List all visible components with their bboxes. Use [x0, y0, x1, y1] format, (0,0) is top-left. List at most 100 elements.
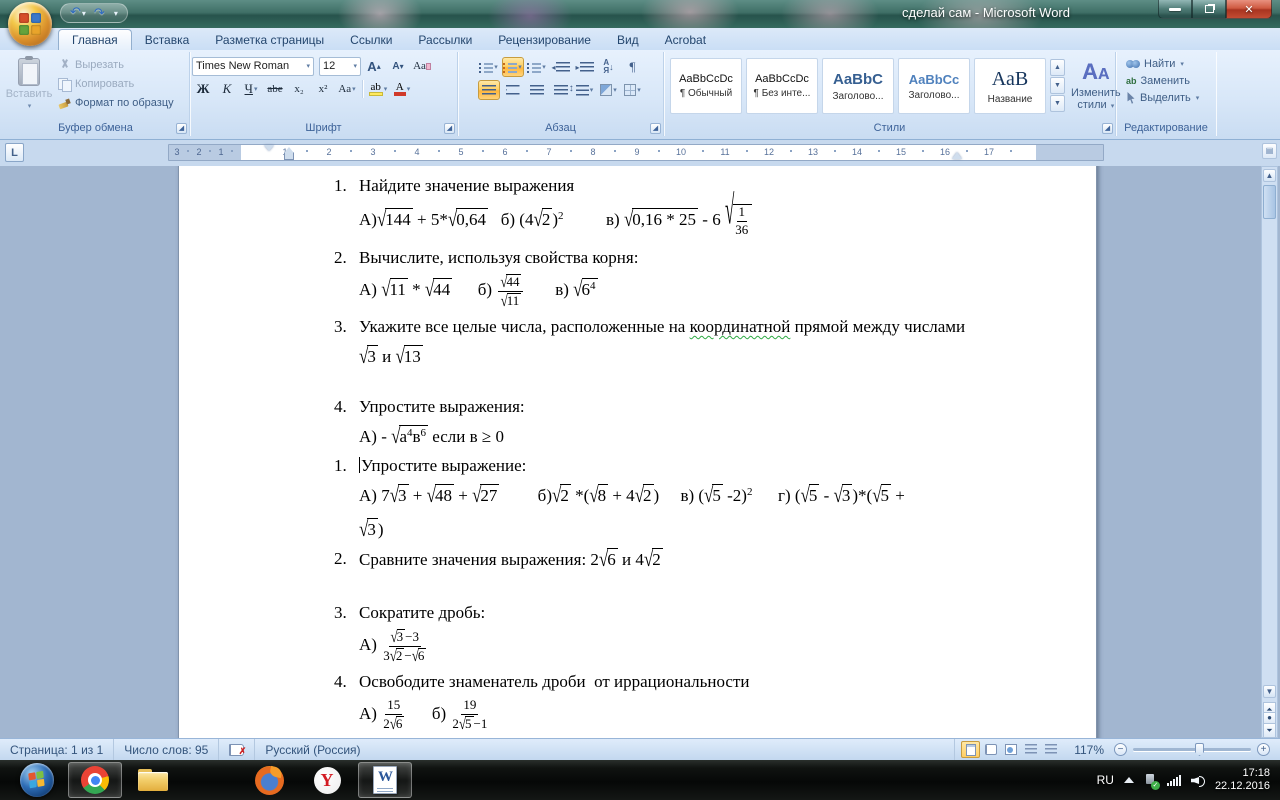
font-name-combo[interactable]: Times New Roman ▾	[192, 56, 314, 76]
underline-button[interactable]: Ч ▾	[240, 79, 262, 99]
ribbon-tab-1[interactable]: Вставка	[132, 30, 203, 50]
multilevel-list-button[interactable]: ▾	[526, 57, 548, 77]
replace-button[interactable]: ab Заменить	[1122, 73, 1214, 89]
taskbar-chrome-button[interactable]	[68, 762, 122, 798]
clear-formatting-button[interactable]: Аа	[411, 56, 433, 76]
ribbon-tab-5[interactable]: Рецензирование	[485, 30, 604, 50]
page-indicator[interactable]: Страница: 1 из 1	[0, 739, 115, 760]
scrollbar-thumb[interactable]	[1263, 185, 1276, 219]
borders-button[interactable]: ▾	[622, 80, 644, 100]
paste-button[interactable]: Вставить ▾	[4, 54, 54, 121]
word-count[interactable]: Число слов: 95	[114, 739, 220, 760]
sort-button[interactable]: А Я ↓	[598, 57, 620, 77]
language-input-indicator[interactable]: RU	[1097, 773, 1114, 787]
font-color-button[interactable]: А ▾	[391, 79, 413, 99]
superscript-button[interactable]: x²	[312, 79, 334, 99]
change-case-button[interactable]: Aa ▾	[336, 79, 358, 99]
italic-button[interactable]: К	[216, 79, 238, 99]
style-card[interactable]: AaBbCcDc ¶ Без инте...	[746, 58, 818, 114]
scroll-down-button[interactable]: ▼	[1263, 685, 1276, 698]
format-painter-button[interactable]: Формат по образцу	[54, 95, 178, 111]
zoom-in-button[interactable]: +	[1257, 743, 1270, 756]
paragraph: А)√144 + 5*√0,64 б) (4√2)2 в) √0,16 * 25…	[179, 188, 1096, 243]
styles-dialog-launcher[interactable]: ◢	[1102, 123, 1113, 134]
safely-remove-hardware-icon[interactable]	[1144, 773, 1160, 790]
vertical-scrollbar[interactable]: ▲ ▼ ⏶ ● ⏷	[1261, 166, 1278, 738]
style-card[interactable]: AaBbC Заголово...	[822, 58, 894, 114]
outline-view-button[interactable]	[1021, 741, 1040, 758]
select-button[interactable]: Выделить ▾	[1122, 90, 1214, 106]
style-card[interactable]: AaBbCc Заголово...	[898, 58, 970, 114]
ribbon-tab-6[interactable]: Вид	[604, 30, 652, 50]
draft-view-button[interactable]	[1041, 741, 1060, 758]
right-indent-marker[interactable]	[952, 152, 962, 159]
zoom-thumb[interactable]	[1195, 743, 1204, 756]
text-run: 3	[367, 519, 376, 539]
ribbon-tab-acrobat[interactable]: Acrobat	[652, 30, 719, 50]
shading-button[interactable]: ▾	[598, 80, 620, 100]
show-marks-button[interactable]: ¶	[622, 57, 644, 77]
subscript-button[interactable]: x₂	[288, 79, 310, 99]
style-card[interactable]: АаВ Название	[974, 58, 1046, 114]
styles-scroll-down-button[interactable]: ▼	[1050, 77, 1065, 94]
language-indicator[interactable]: Русский (Россия)	[255, 739, 370, 760]
document-page[interactable]: 1. Найдите значение выражения А)√144 + 5*√…	[178, 166, 1097, 738]
ruler-toggle-button[interactable]: ▤	[1262, 143, 1277, 159]
increase-indent-button[interactable]: ▸	[574, 57, 596, 77]
copy-button[interactable]: Копировать	[54, 76, 178, 92]
zoom-out-button[interactable]: −	[1114, 743, 1127, 756]
style-card[interactable]: AaBbCcDc ¶ Обычный	[670, 58, 742, 114]
taskbar-media-player-button[interactable]	[184, 762, 238, 798]
ribbon-tab-3[interactable]: Ссылки	[337, 30, 405, 50]
clipboard-dialog-launcher[interactable]: ◢	[176, 123, 187, 134]
left-indent-marker[interactable]	[284, 147, 294, 160]
align-center-button[interactable]	[502, 80, 524, 100]
strikethrough-button[interactable]: abe	[264, 79, 286, 99]
taskbar-yandex-button[interactable]: Y	[300, 762, 354, 798]
proofing-status[interactable]	[219, 739, 256, 760]
clock[interactable]: 17:18 22.12.2016	[1215, 767, 1270, 793]
office-button[interactable]	[8, 2, 52, 46]
cut-button[interactable]: Вырезать	[54, 57, 178, 73]
ribbon-tab-4[interactable]: Рассылки	[405, 30, 485, 50]
start-button[interactable]	[10, 762, 64, 798]
close-button[interactable]: ✕	[1226, 0, 1272, 19]
restore-button[interactable]	[1192, 0, 1226, 19]
ribbon-tab-0[interactable]: Главная	[58, 29, 132, 50]
ribbon: Вставить ▾ Вырезать Копировать Формат по …	[0, 50, 1280, 140]
find-button[interactable]: Найти ▾	[1122, 56, 1214, 72]
taskbar-explorer-button[interactable]	[126, 762, 180, 798]
zoom-track[interactable]	[1133, 743, 1251, 756]
align-left-button[interactable]	[477, 80, 500, 100]
zoom-level[interactable]: 117%	[1066, 743, 1112, 757]
web-layout-view-button[interactable]	[1001, 741, 1020, 758]
network-signal-icon[interactable]	[1166, 774, 1181, 786]
grow-font-button[interactable]: A ▴	[363, 56, 385, 76]
volume-icon[interactable]	[1191, 774, 1205, 787]
show-hidden-icons-button[interactable]	[1123, 777, 1134, 783]
minimize-button[interactable]	[1158, 0, 1192, 19]
tab-selector[interactable]: L	[5, 143, 24, 162]
numbering-button[interactable]: ▾	[501, 57, 524, 77]
first-line-indent-marker[interactable]	[264, 145, 274, 151]
taskbar-word-button[interactable]	[358, 762, 412, 798]
decrease-indent-button[interactable]: ◂	[550, 57, 572, 77]
styles-scroll-up-button[interactable]: ▲	[1050, 59, 1065, 76]
highlight-button[interactable]: ab ▾	[367, 79, 389, 99]
next-page-button[interactable]: ⏷	[1263, 723, 1276, 738]
font-size-combo[interactable]: 12 ▾	[319, 56, 361, 76]
paragraph-dialog-launcher[interactable]: ◢	[650, 123, 661, 134]
fullscreen-reading-view-button[interactable]	[981, 741, 1000, 758]
bullets-button[interactable]: ▾	[478, 57, 500, 77]
bold-button[interactable]: Ж	[192, 79, 214, 99]
print-layout-view-button[interactable]	[961, 741, 981, 758]
shrink-font-button[interactable]: A ▾	[387, 56, 409, 76]
ribbon-tab-2[interactable]: Разметка страницы	[202, 30, 337, 50]
align-right-button[interactable]	[526, 80, 548, 100]
styles-more-button[interactable]: ▼	[1050, 95, 1065, 112]
font-dialog-launcher[interactable]: ◢	[444, 123, 455, 134]
line-spacing-button[interactable]: ▾	[569, 80, 596, 100]
scroll-up-button[interactable]: ▲	[1263, 169, 1276, 182]
horizontal-ruler[interactable]: 1234567891011121314151617321	[168, 144, 1104, 161]
taskbar-firefox-button[interactable]	[242, 762, 296, 798]
